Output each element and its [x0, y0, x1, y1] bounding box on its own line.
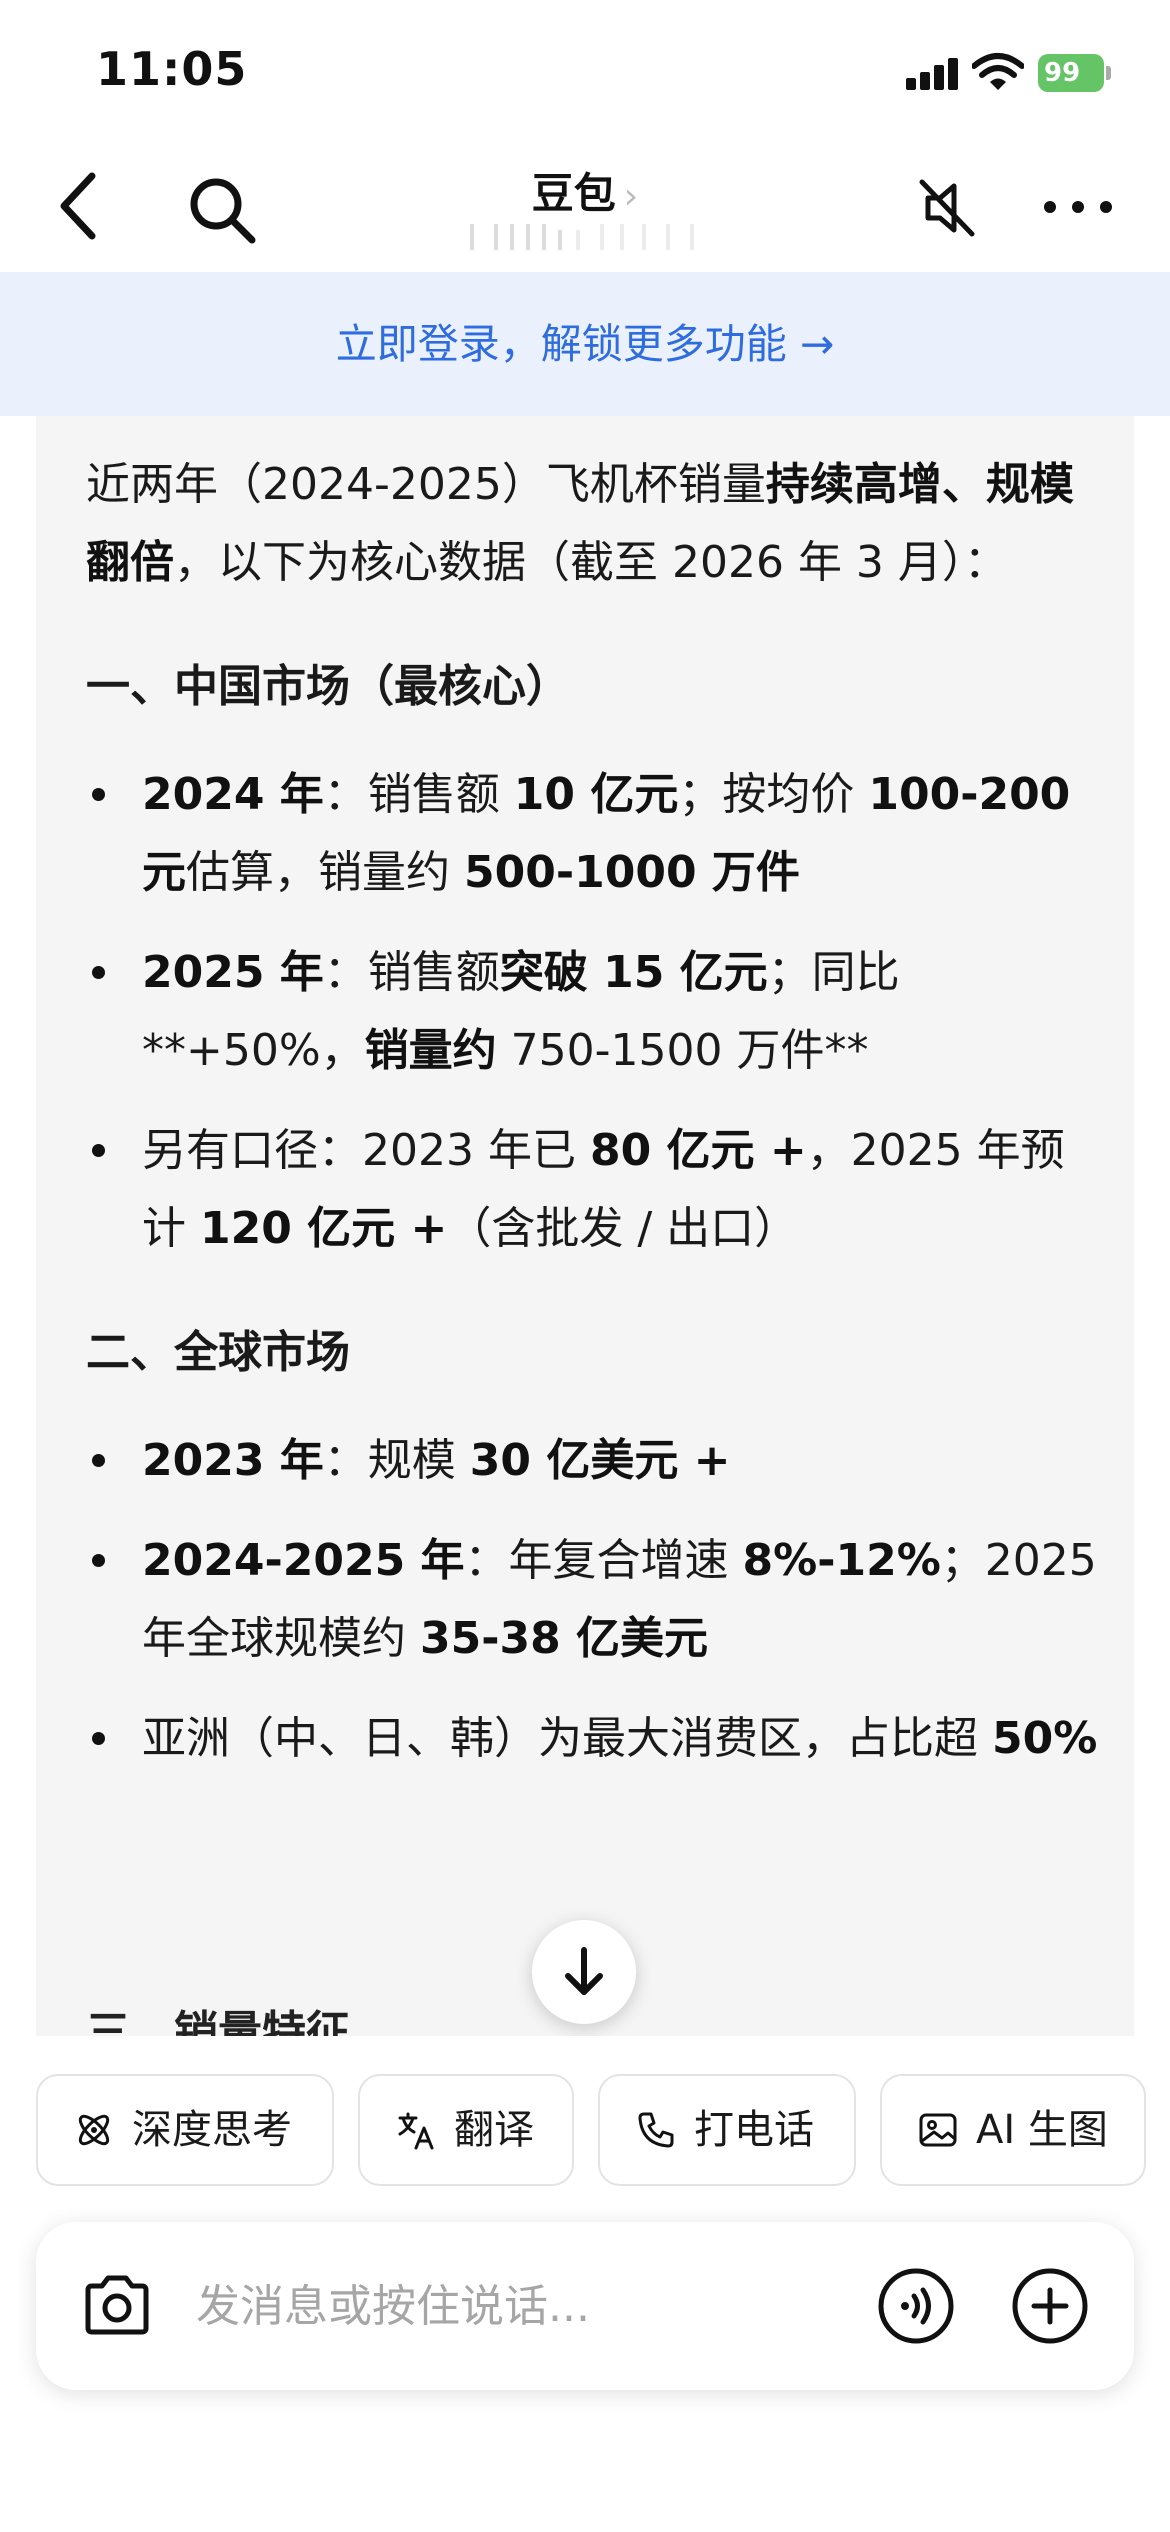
list-item: 亚洲（中、日、韩）为最大消费区，占比超 50% — [86, 1700, 1106, 1778]
call-label: 打电话 — [694, 2107, 814, 2153]
wifi-icon — [972, 53, 1024, 90]
status-time: 11:05 — [96, 42, 248, 96]
camera-icon[interactable] — [82, 2274, 152, 2336]
message-input[interactable] — [196, 2264, 876, 2348]
chat-screen: 11:05 99 豆包 › 立即登录，解锁更多功能 → 近两年（2024-202… — [0, 0, 1170, 2532]
atom-icon — [78, 2114, 110, 2146]
list-item: 2023 年：规模 30 亿美元 + — [86, 1422, 1106, 1500]
image-icon — [919, 2113, 957, 2147]
call-button[interactable]: 打电话 — [598, 2074, 856, 2186]
deep-think-label: 深度思考 — [132, 2107, 292, 2153]
ai-image-label: AI 生图 — [976, 2107, 1108, 2153]
translate-button[interactable]: 翻译 — [358, 2074, 574, 2186]
intro-text-end: ，以下为核心数据（截至 2026 年 3 月）： — [174, 537, 1008, 588]
list-item: 2024-2025 年：年复合增速 8%-12%；2025 年全球规模约 35-… — [86, 1522, 1106, 1678]
deep-think-button[interactable]: 深度思考 — [36, 2074, 334, 2186]
voice-icon[interactable] — [876, 2266, 956, 2346]
translate-label: 翻译 — [454, 2107, 534, 2153]
chat-title[interactable]: 豆包 › — [0, 160, 1170, 221]
translate-icon — [398, 2112, 434, 2150]
message-input-bar — [36, 2222, 1134, 2390]
plus-icon[interactable] — [1010, 2266, 1090, 2346]
speaker-muted-icon[interactable] — [916, 176, 978, 240]
message-bubble: 近两年（2024-2025）飞机杯销量持续高增、规模翻倍，以下为核心数据（截至 … — [36, 416, 1134, 2036]
nav-bar: 豆包 › — [0, 140, 1170, 272]
scroll-down-icon[interactable] — [532, 1920, 636, 2024]
section-title-global: 二、全球市场 — [86, 1327, 350, 1378]
battery-icon: 99 — [1038, 54, 1111, 92]
cellular-signal-icon — [906, 58, 960, 90]
chat-title-text: 豆包 — [531, 169, 616, 218]
intro-paragraph: 近两年（2024-2025）飞机杯销量持续高增、规模翻倍，以下为核心数据（截至 … — [86, 446, 1106, 602]
more-icon[interactable] — [1040, 192, 1116, 222]
battery-level: 99 — [1038, 54, 1104, 92]
message-content: 近两年（2024-2025）飞机杯销量持续高增、规模翻倍，以下为核心数据（截至 … — [86, 446, 1106, 1800]
chevron-right-icon: › — [623, 176, 639, 217]
status-bar: 11:05 99 — [0, 0, 1170, 140]
china-market-list: 2024 年：销售额 10 亿元；按均价 100-200 元估算，销量约 500… — [86, 756, 1106, 1268]
list-item: 2024 年：销售额 10 亿元；按均价 100-200 元估算，销量约 500… — [86, 756, 1106, 912]
ai-image-button[interactable]: AI 生图 — [880, 2074, 1146, 2186]
phone-icon — [638, 2112, 674, 2148]
list-item: 另有口径：2023 年已 80 亿元 +，2025 年预计 120 亿元 +（含… — [86, 1112, 1106, 1268]
list-item: 2025 年：销售额突破 15 亿元；同比 **+50%，销量约 750-150… — [86, 934, 1106, 1090]
section-title-partial: 三、销量特征 — [86, 2007, 350, 2036]
intro-text: 近两年（2024-2025）飞机杯销量 — [86, 459, 766, 510]
blurred-subtitle — [470, 224, 700, 250]
quick-actions: 深度思考 翻译 打电话 AI 生图 — [0, 2036, 1170, 2206]
login-banner[interactable]: 立即登录，解锁更多功能 → — [0, 272, 1170, 416]
global-market-list: 2023 年：规模 30 亿美元 + 2024-2025 年：年复合增速 8%-… — [86, 1422, 1106, 1778]
section-title-china: 一、中国市场（最核心） — [86, 661, 570, 712]
